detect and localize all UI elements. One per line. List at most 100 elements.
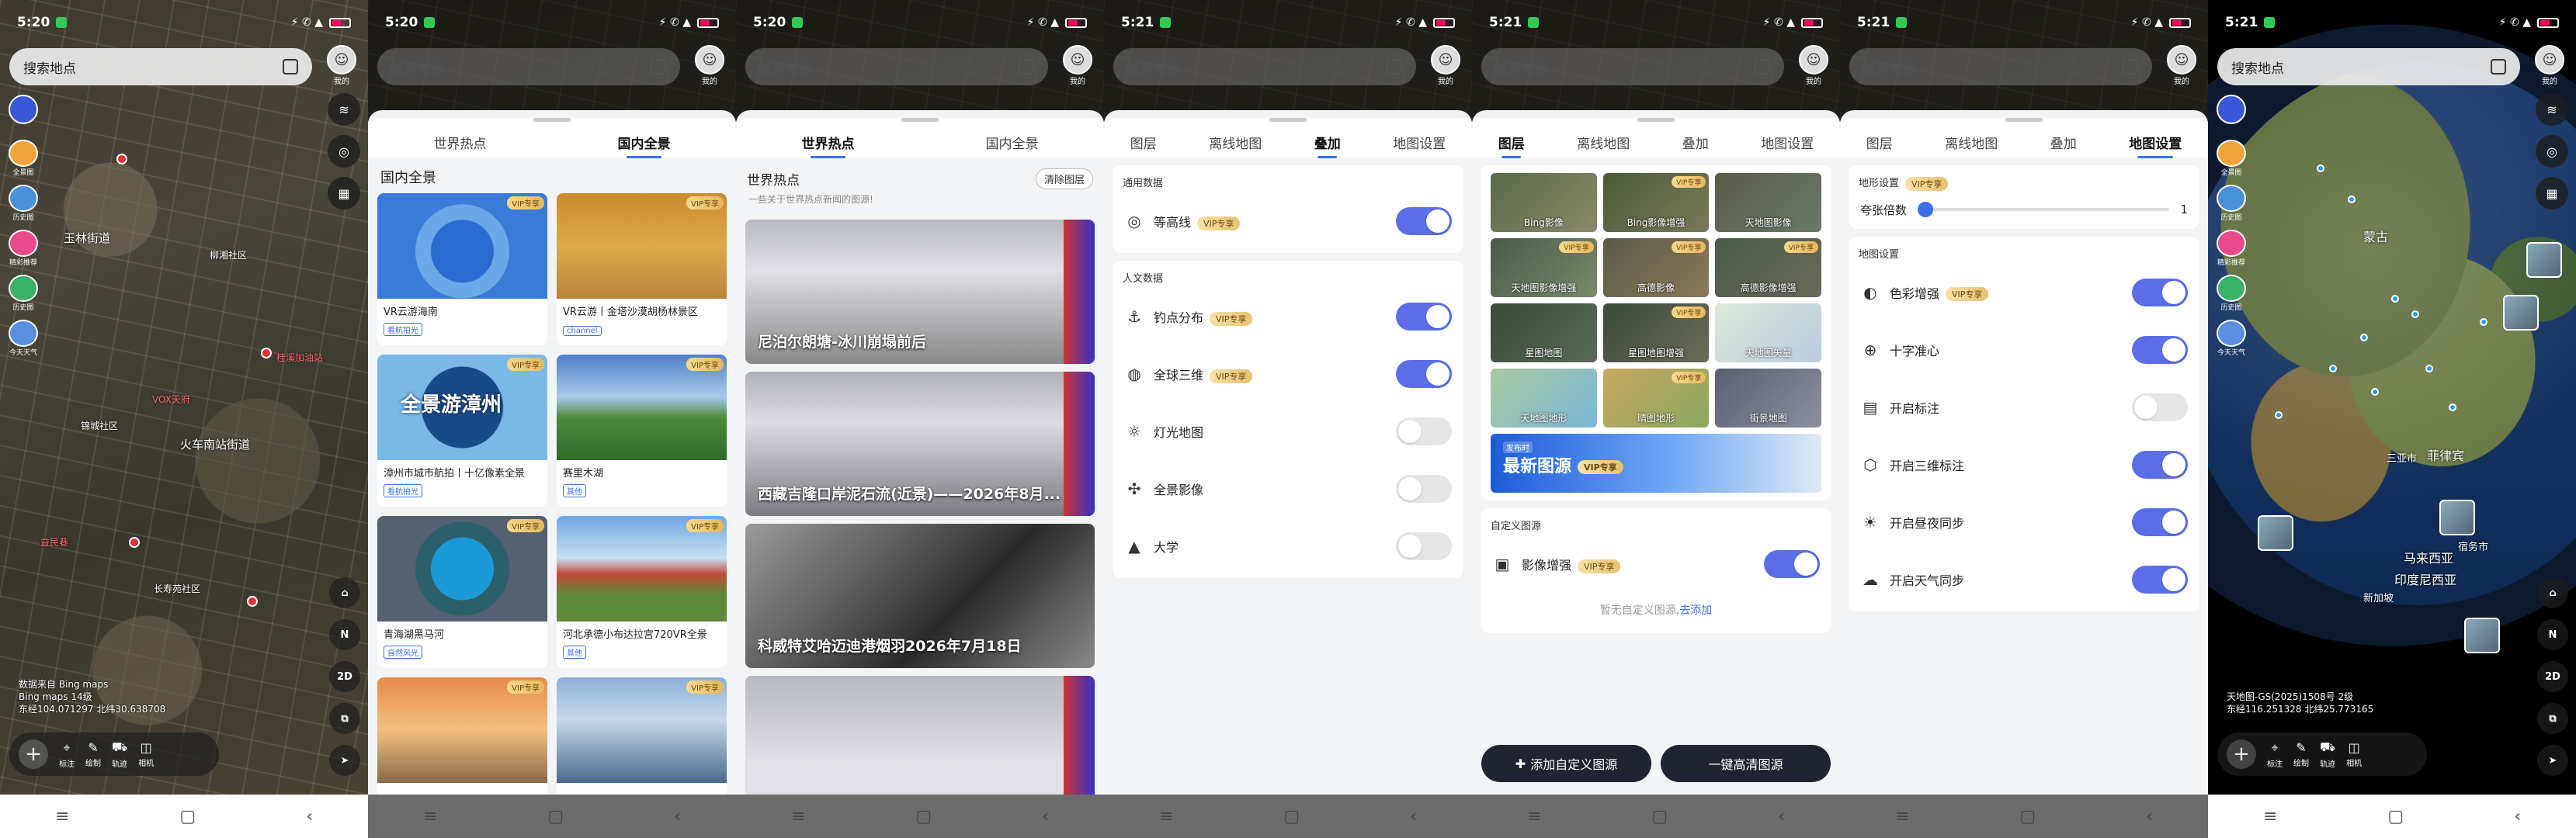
back-icon[interactable]: ‹ — [2514, 807, 2521, 826]
settings-row[interactable]: ☁ 开启天气同步 — [1849, 551, 2199, 608]
panorama-thumbnail[interactable] — [2526, 242, 2562, 278]
layer-option[interactable]: VIP专享 Bing影像增强 — [1602, 173, 1710, 232]
2d-toggle[interactable]: 2D — [2537, 661, 2568, 692]
panorama-thumbnail[interactable] — [2258, 515, 2293, 551]
home-icon[interactable]: ▢ — [2019, 807, 2036, 826]
color-enhance-toggle[interactable] — [2132, 278, 2188, 306]
explore-button[interactable]: ◎ — [328, 135, 360, 168]
tab-overlay[interactable]: 叠加 — [1311, 128, 1344, 158]
pano-card[interactable]: VIP专享 VR云游丨金塔沙漠胡杨林景区 channel — [557, 193, 727, 345]
poi-pin[interactable] — [129, 537, 140, 548]
tools-button[interactable]: ▦ — [2536, 177, 2568, 210]
overlay-row[interactable]: ☼ 灯光地图 — [1113, 403, 1463, 460]
layer-option[interactable]: 天地图地形 — [1491, 369, 1597, 428]
image-enhance-toggle[interactable] — [1764, 550, 1820, 578]
tab-layers[interactable]: 图层 — [1127, 128, 1160, 157]
settings-row[interactable]: ☀ 开启昼夜同步 — [1849, 493, 2199, 551]
layer-option[interactable]: VIP专享 星图地图增强 — [1602, 303, 1710, 362]
left-item[interactable]: 精彩推荐 — [2216, 230, 2247, 267]
tool-draw[interactable]: ✎ 绘制 — [2293, 740, 2309, 768]
one-click-hd-button[interactable]: 一键高清图源 — [1661, 745, 1831, 782]
overlay-row[interactable]: ✣ 全景影像 — [1113, 460, 1463, 518]
city-pin[interactable] — [2391, 295, 2399, 303]
layers-button[interactable]: ≋ — [2536, 93, 2568, 126]
poi-pin[interactable] — [247, 596, 258, 607]
locate-icon[interactable]: ➤ — [329, 745, 360, 776]
left-item[interactable]: 历史图 — [2216, 275, 2247, 312]
city-pin[interactable] — [2425, 365, 2433, 372]
weather-sync-toggle[interactable] — [2132, 565, 2188, 594]
search-bar[interactable]: 搜索地点 — [745, 48, 1048, 85]
left-item[interactable]: 全景图 — [2216, 140, 2247, 177]
back-icon[interactable]: ‹ — [306, 807, 313, 826]
tab-offline-map[interactable]: 离线地图 — [1942, 128, 2001, 157]
add-source-link[interactable]: 去添加 — [1679, 604, 1712, 617]
left-item[interactable] — [2216, 95, 2247, 132]
profile-button[interactable]: ☺ 我的 — [2533, 45, 2567, 90]
back-icon[interactable]: ‹ — [2146, 807, 2153, 826]
tab-world-hot[interactable]: 世界热点 — [431, 128, 490, 157]
city-pin[interactable] — [2449, 403, 2456, 411]
drag-handle[interactable] — [1637, 118, 1675, 122]
left-item[interactable]: 历史图 — [8, 185, 39, 222]
pano-card[interactable]: VIP专享 — [557, 677, 727, 795]
search-bar[interactable]: 搜索地点 — [1113, 48, 1416, 85]
north-button[interactable]: N — [329, 619, 360, 650]
profile-button[interactable]: ☺ 我的 — [693, 45, 727, 90]
tool-mark[interactable]: ⌖ 标注 — [59, 740, 75, 769]
home-icon[interactable]: ▢ — [2387, 807, 2404, 826]
menu-icon[interactable]: ≡ — [1895, 807, 1909, 826]
poi-pin[interactable] — [116, 154, 127, 164]
settings-row[interactable]: ◐ 色彩增强 VIP专享 — [1849, 264, 2199, 321]
contour-toggle[interactable] — [1396, 207, 1452, 235]
tool-track[interactable]: ⛟ 轨迹 — [2320, 739, 2335, 769]
university-toggle[interactable] — [1396, 532, 1452, 560]
pano-card[interactable]: VIP专享 赛里木湖 其他 — [557, 355, 727, 507]
search-bar[interactable]: 搜索地点 — [377, 48, 680, 85]
profile-button[interactable]: ☺ 我的 — [325, 45, 359, 90]
tool-camera[interactable]: ◫ 相机 — [138, 740, 154, 768]
pano-card[interactable]: VIP专享 河北承德小布达拉宫720VR全景 其他 — [557, 516, 727, 668]
back-icon[interactable]: ‹ — [1042, 807, 1049, 826]
drag-handle[interactable] — [2005, 118, 2043, 122]
search-bar[interactable]: 搜索地点 — [1481, 48, 1784, 85]
home-icon[interactable]: ▢ — [1283, 807, 1300, 826]
tab-domestic-pano[interactable]: 国内全景 — [983, 128, 1042, 157]
city-pin[interactable] — [2371, 388, 2379, 396]
left-item[interactable]: 全景图 — [8, 140, 39, 177]
scan-icon[interactable] — [2491, 59, 2506, 74]
slider-knob[interactable] — [1918, 202, 1934, 217]
tab-map-settings[interactable]: 地图设置 — [1758, 128, 1817, 157]
layer-option[interactable]: 星图地图 — [1491, 303, 1597, 362]
left-item[interactable]: 历史图 — [2216, 185, 2247, 222]
tools-button[interactable]: ▦ — [328, 177, 360, 210]
tool-mark[interactable]: ⌖ 标注 — [2267, 740, 2283, 769]
pano-card[interactable]: VIP专享 青海湖黑马河 自然风光 — [377, 516, 547, 668]
tab-overlay[interactable]: 叠加 — [2047, 128, 2080, 157]
layer-option[interactable]: 天地图影像 — [1715, 173, 1821, 232]
layer-option[interactable]: 街景地图 — [1715, 369, 1821, 428]
pano-card[interactable]: VIP专享 全景游漳州 漳州市城市航拍丨十亿像素全景 看航拍光 — [377, 355, 547, 507]
profile-button[interactable]: ☺ 我的 — [2165, 45, 2199, 90]
back-icon[interactable]: ‹ — [1778, 807, 1785, 826]
overlay-row[interactable]: ▲ 大学 — [1113, 518, 1463, 575]
pano-card[interactable]: VIP专享 — [377, 677, 547, 795]
tab-layers[interactable]: 图层 — [1863, 128, 1896, 157]
explore-button[interactable]: ◎ — [2536, 135, 2568, 168]
add-button[interactable]: + — [19, 739, 48, 769]
city-pin[interactable] — [2480, 318, 2487, 326]
scan-icon[interactable] — [1387, 59, 1402, 74]
menu-icon[interactable]: ≡ — [55, 807, 69, 826]
crosshair-toggle[interactable] — [2132, 335, 2188, 364]
search-bar[interactable]: 搜索地点 — [1849, 48, 2152, 85]
home-icon[interactable]: ▢ — [1651, 807, 1668, 826]
left-item[interactable]: 今天天气 — [8, 320, 39, 357]
light-map-toggle[interactable] — [1396, 417, 1452, 445]
overlay-row[interactable]: ◍ 全球三维 VIP专享 — [1113, 345, 1463, 403]
menu-icon[interactable]: ≡ — [1527, 807, 1541, 826]
locate-icon[interactable]: ➤ — [2537, 745, 2568, 776]
city-pin[interactable] — [2317, 164, 2324, 172]
settings-row[interactable]: ⊕ 十字准心 — [1849, 321, 2199, 379]
scan-icon[interactable] — [1755, 59, 1770, 74]
tab-layers[interactable]: 图层 — [1495, 128, 1528, 158]
